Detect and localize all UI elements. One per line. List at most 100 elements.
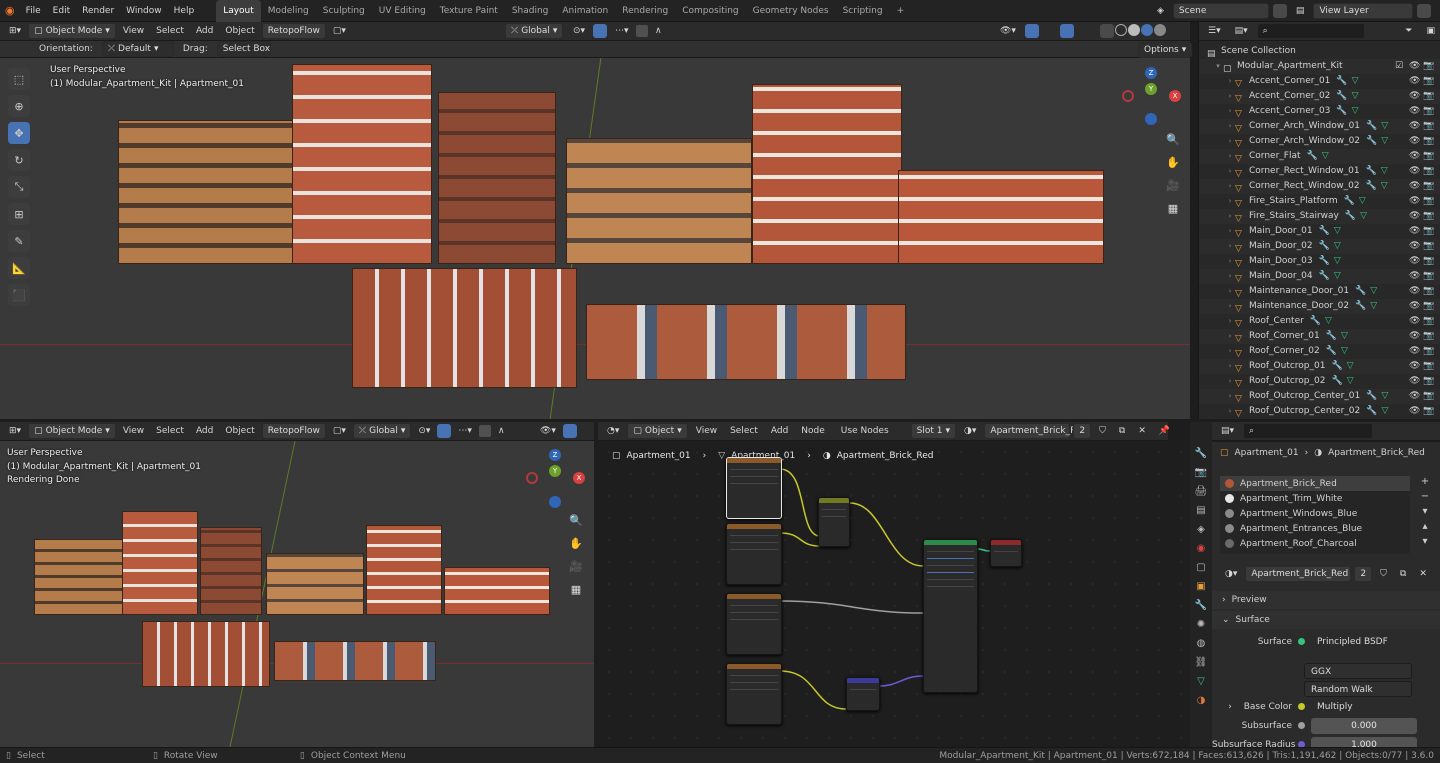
- eye-icon[interactable]: 👁: [1409, 74, 1420, 89]
- material-preview-icon[interactable]: [1141, 24, 1153, 36]
- menu-edit[interactable]: Edit: [47, 0, 76, 22]
- mesh-data-icon[interactable]: ▽: [1334, 269, 1341, 284]
- select-menu[interactable]: Select: [151, 23, 189, 39]
- outliner-row-scene-collection[interactable]: ▤ Scene Collection: [1199, 44, 1440, 59]
- ortho-grid-icon[interactable]: ▦: [1162, 197, 1184, 219]
- outliner-row-object[interactable]: › ▽ Roof_Outcrop_Center_02 🔧 ▽ 👁 📷: [1199, 404, 1440, 419]
- expand-arrow-icon[interactable]: ›: [1225, 359, 1235, 374]
- image-texture-node[interactable]: [726, 457, 782, 519]
- gizmo-neg-x-axis-icon[interactable]: [1122, 90, 1134, 102]
- expand-arrow-icon[interactable]: ›: [1225, 299, 1235, 314]
- workspace-tab-compositing[interactable]: Compositing: [675, 0, 745, 22]
- outliner-row-object[interactable]: › ▽ Roof_Outcrop_Center_01 🔧 ▽ 👁 📷: [1199, 389, 1440, 404]
- normal-map-node[interactable]: [846, 677, 880, 711]
- measure-tool-icon[interactable]: 📐: [8, 257, 30, 279]
- retopoflow-button[interactable]: RetopoFlow: [261, 23, 326, 39]
- outliner-row-object[interactable]: › ▽ Roof_Outcrop_02 🔧 ▽ 👁 📷: [1199, 374, 1440, 389]
- camera-icon[interactable]: 📷: [1423, 149, 1434, 164]
- camera-view-icon[interactable]: 🎥: [565, 555, 587, 577]
- outliner-row-object[interactable]: › ▽ Corner_Arch_Window_02 🔧 ▽ 👁 📷: [1199, 134, 1440, 149]
- modifier-icon[interactable]: 🔧: [1319, 269, 1330, 284]
- principled-bsdf-node[interactable]: [923, 539, 978, 693]
- menu-help[interactable]: Help: [168, 0, 201, 22]
- transform-orientation-dropdown[interactable]: ⤫ Global ▾: [505, 23, 564, 39]
- collection-tab-icon[interactable]: ▢: [1196, 562, 1205, 573]
- modifier-icon[interactable]: 🔧: [1319, 239, 1330, 254]
- surface-shader-dropdown[interactable]: Principled BSDF: [1311, 633, 1417, 650]
- fake-user-shield-icon[interactable]: ⛉: [1094, 423, 1111, 439]
- gizmo-neg-x-axis-icon[interactable]: [526, 472, 538, 484]
- mesh-data-icon[interactable]: ▽: [1370, 284, 1377, 299]
- ortho-grid-icon[interactable]: ▦: [565, 578, 587, 600]
- eye-icon[interactable]: 👁: [1409, 389, 1420, 404]
- material-name-field[interactable]: Apartment_Brick_Red: [984, 423, 1087, 439]
- new-scene-icon[interactable]: [1272, 4, 1287, 18]
- mesh-data-icon[interactable]: ▽: [1352, 74, 1359, 89]
- mesh-data-icon[interactable]: ▽: [1341, 344, 1348, 359]
- outliner-row-object[interactable]: › ▽ Fire_Stairs_Platform 🔧 ▽ 👁 📷: [1199, 194, 1440, 209]
- expand-arrow-icon[interactable]: ›: [1225, 89, 1235, 104]
- modifier-icon[interactable]: 🔧: [1366, 404, 1377, 419]
- camera-icon[interactable]: 📷: [1423, 224, 1434, 239]
- mesh-data-icon[interactable]: ▽: [1322, 149, 1329, 164]
- modifier-icon[interactable]: 🔧: [1345, 209, 1356, 224]
- outliner-row-object[interactable]: › ▽ Corner_Rect_Window_02 🔧 ▽ 👁 📷: [1199, 179, 1440, 194]
- modifier-icon[interactable]: 🔧: [1331, 359, 1342, 374]
- camera-icon[interactable]: 📷: [1423, 119, 1434, 134]
- proportional-editing-icon[interactable]: [636, 25, 648, 37]
- select-menu[interactable]: Select: [725, 423, 763, 439]
- world-tab-icon[interactable]: ◉: [1197, 543, 1206, 554]
- add-menu[interactable]: Add: [191, 423, 218, 439]
- add-menu[interactable]: Add: [191, 23, 218, 39]
- workspace-tab-scripting[interactable]: Scripting: [836, 0, 890, 22]
- eye-icon[interactable]: 👁: [1409, 119, 1420, 134]
- new-view-layer-icon[interactable]: [1417, 4, 1432, 18]
- outliner-row-object[interactable]: › ▽ Roof_Outcrop_01 🔧 ▽ 👁 📷: [1199, 359, 1440, 374]
- zoom-icon[interactable]: 🔍: [1162, 128, 1184, 150]
- particles-tab-icon[interactable]: ✺: [1197, 619, 1205, 630]
- workspace-tab-layout[interactable]: Layout: [216, 0, 261, 22]
- modifier-icon[interactable]: 🔧: [1336, 89, 1347, 104]
- gizmo-x-axis-icon[interactable]: X: [1169, 90, 1181, 102]
- expand-arrow-icon[interactable]: ›: [1225, 284, 1235, 299]
- modifier-icon[interactable]: 🔧: [1319, 224, 1330, 239]
- duplicate-material-icon[interactable]: ⧉: [1395, 566, 1411, 582]
- distribution-dropdown[interactable]: GGX: [1304, 662, 1412, 679]
- eye-icon[interactable]: 👁: [1409, 254, 1420, 269]
- eye-icon[interactable]: 👁: [1409, 269, 1420, 284]
- outliner-row-object[interactable]: › ▽ Maintenance_Door_01 🔧 ▽ 👁 📷: [1199, 284, 1440, 299]
- proportional-editing-icon[interactable]: [478, 425, 491, 437]
- scale-tool-icon[interactable]: ⤡: [8, 176, 30, 198]
- workspace-tab-uv-editing[interactable]: UV Editing: [372, 0, 433, 22]
- visibility-icon[interactable]: 👁▾: [995, 23, 1021, 39]
- outliner-row-object[interactable]: › ▽ Accent_Corner_03 🔧 ▽ 👁 📷: [1199, 104, 1440, 119]
- eye-icon[interactable]: 👁: [1409, 89, 1420, 104]
- mesh-data-icon[interactable]: ▽: [1381, 134, 1388, 149]
- outliner-editor-icon[interactable]: ☰▾: [1203, 23, 1226, 39]
- annotate-tool-icon[interactable]: ✎: [8, 230, 30, 252]
- expand-arrow-icon[interactable]: ›: [1225, 239, 1235, 254]
- mesh-data-icon[interactable]: ▽: [1334, 224, 1341, 239]
- move-tool-icon[interactable]: ✥: [8, 122, 30, 144]
- modifier-icon[interactable]: 🔧: [1366, 389, 1377, 404]
- outliner-row-object[interactable]: › ▽ Roof_Corner_01 🔧 ▽ 👁 📷: [1199, 329, 1440, 344]
- orientation-dropdown[interactable]: ⤫ Default ▾: [101, 41, 174, 57]
- snap-icon[interactable]: [437, 424, 452, 438]
- expand-arrow-icon[interactable]: ›: [1225, 134, 1235, 149]
- gizmo-neg-z-axis-icon[interactable]: [1145, 113, 1157, 125]
- view-layer-tab-icon[interactable]: ▤: [1196, 505, 1205, 516]
- workspace-tab-geometry-nodes[interactable]: Geometry Nodes: [746, 0, 836, 22]
- camera-icon[interactable]: 📷: [1423, 344, 1434, 359]
- camera-icon[interactable]: 📷: [1423, 104, 1434, 119]
- modifier-icon[interactable]: 🔧: [1344, 194, 1355, 209]
- workspace-tab-modeling[interactable]: Modeling: [261, 0, 316, 22]
- camera-icon[interactable]: 📷: [1423, 404, 1434, 419]
- material-slot-item[interactable]: Apartment_Roof_Charcoal: [1220, 536, 1410, 551]
- viewport-bottom[interactable]: User Perspective (1) Modular_Apartment_K…: [0, 441, 594, 747]
- retopoflow-options-icon[interactable]: ▢▾: [328, 423, 351, 439]
- remove-slot-icon[interactable]: −: [1421, 491, 1429, 502]
- eye-icon[interactable]: 👁: [1409, 134, 1420, 149]
- mesh-data-icon[interactable]: ▽: [1352, 104, 1359, 119]
- image-texture-node[interactable]: [726, 593, 782, 655]
- fake-user-shield-icon[interactable]: ⛉: [1375, 566, 1392, 582]
